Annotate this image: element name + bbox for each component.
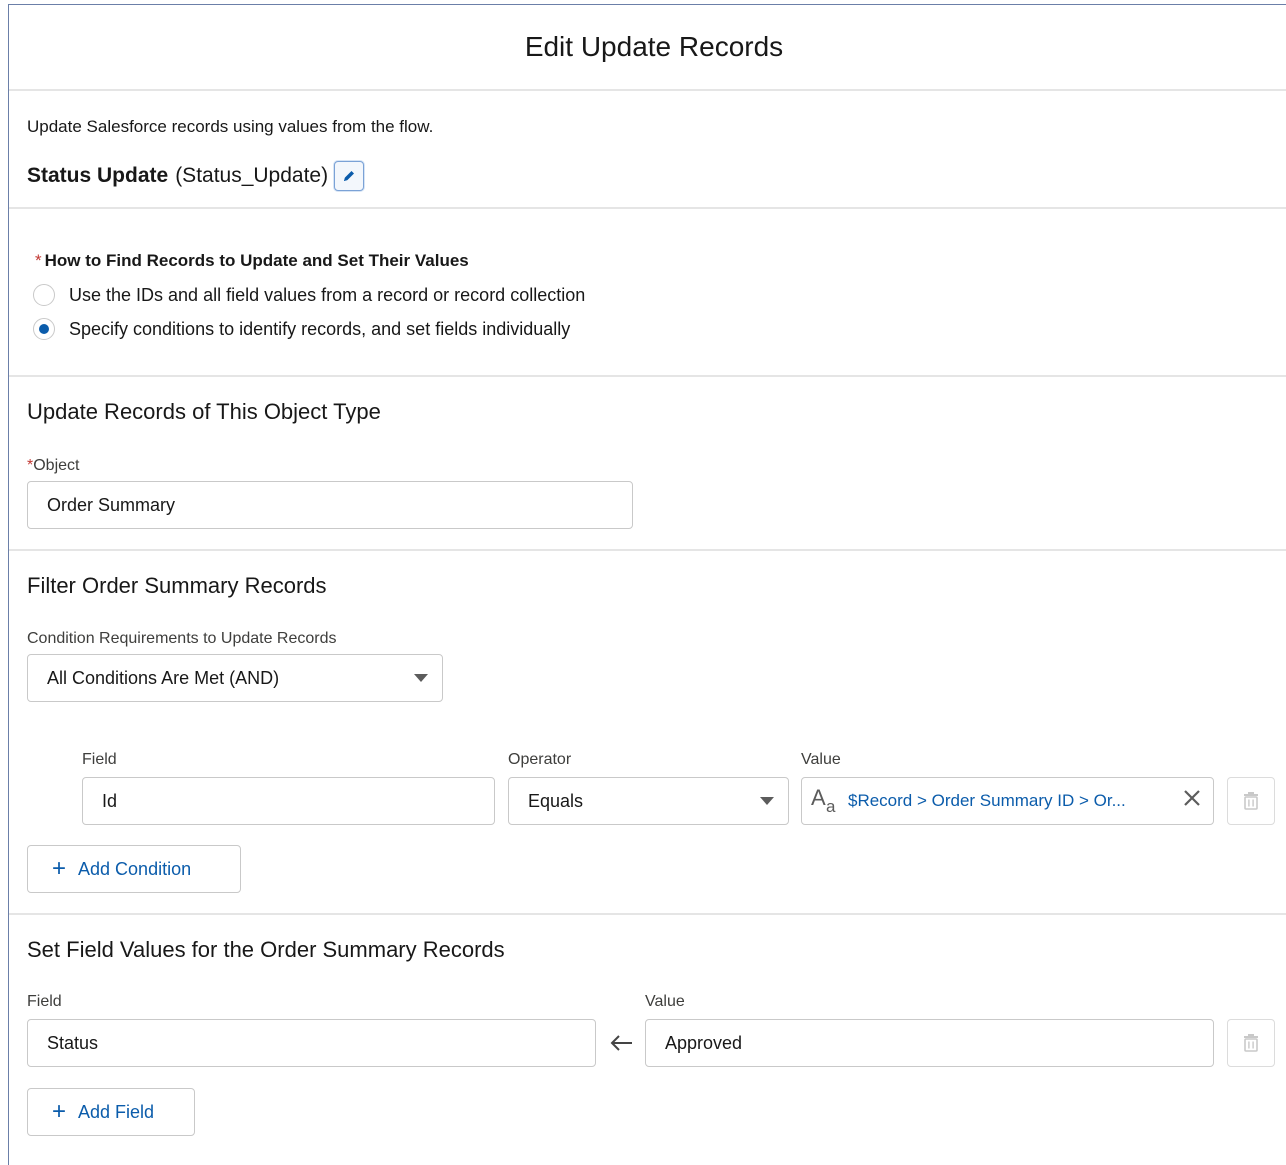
condition-field-value: Id bbox=[102, 790, 118, 811]
set-field-value: Status bbox=[47, 1032, 99, 1053]
radio-label-specify-conditions: Specify conditions to identify records, … bbox=[69, 318, 571, 339]
set-value-value: Approved bbox=[665, 1032, 743, 1053]
object-field-label: *Object bbox=[27, 457, 79, 475]
condition-requirements-select[interactable]: All Conditions Are Met (AND) bbox=[27, 654, 443, 702]
add-condition-button[interactable]: + Add Condition bbox=[27, 845, 241, 893]
element-title: Status Update (Status_Update) bbox=[27, 161, 365, 191]
object-section: Update Records of This Object Type *Obje… bbox=[9, 377, 1286, 551]
add-field-button[interactable]: + Add Field bbox=[27, 1088, 195, 1136]
find-records-label-text: How to Find Records to Update and Set Th… bbox=[44, 251, 469, 270]
radio-option-use-ids[interactable]: Use the IDs and all field values from a … bbox=[33, 284, 585, 306]
trash-icon bbox=[1244, 1034, 1258, 1052]
object-input[interactable]: Order Summary bbox=[27, 481, 633, 529]
element-label: Status Update bbox=[27, 164, 169, 187]
add-condition-label: Add Condition bbox=[78, 858, 192, 879]
object-section-heading: Update Records of This Object Type bbox=[27, 399, 381, 424]
condition-operator-label: Operator bbox=[508, 751, 572, 768]
element-api-name: (Status_Update) bbox=[175, 164, 329, 187]
modal-header: Edit Update Records bbox=[9, 5, 1286, 91]
condition-field-input[interactable]: Id bbox=[82, 777, 495, 825]
svg-text:a: a bbox=[826, 797, 836, 815]
required-indicator: * bbox=[35, 251, 42, 270]
find-records-label: * How to Find Records to Update and Set … bbox=[35, 251, 469, 271]
object-value: Order Summary bbox=[47, 494, 176, 515]
condition-value-text: $Record > Order Summary ID > Or... bbox=[848, 791, 1126, 810]
edit-update-records-modal: Edit Update Records Update Salesforce re… bbox=[8, 4, 1286, 1165]
radio-label-use-ids: Use the IDs and all field values from a … bbox=[69, 284, 586, 305]
text-type-icon: A a bbox=[811, 787, 836, 815]
radio-button-use-ids[interactable] bbox=[33, 284, 55, 306]
condition-value-label: Value bbox=[801, 751, 841, 768]
radio-option-specify-conditions[interactable]: Specify conditions to identify records, … bbox=[33, 318, 570, 340]
condition-requirements-value: All Conditions Are Met (AND) bbox=[47, 667, 280, 688]
edit-label-button[interactable] bbox=[334, 161, 365, 191]
set-field-values-heading: Set Field Values for the Order Summary R… bbox=[27, 937, 505, 962]
set-field-label: Field bbox=[27, 993, 62, 1010]
set-field-input[interactable]: Status bbox=[27, 1019, 596, 1067]
condition-requirements-label: Condition Requirements to Update Records bbox=[27, 630, 337, 647]
delete-field-button[interactable] bbox=[1227, 1019, 1275, 1067]
set-field-values-section: Set Field Values for the Order Summary R… bbox=[9, 915, 1286, 1155]
clear-value-button[interactable] bbox=[1181, 787, 1203, 814]
svg-text:A: A bbox=[811, 787, 826, 810]
filter-section: Filter Order Summary Records Condition R… bbox=[9, 551, 1286, 915]
delete-condition-button[interactable] bbox=[1227, 777, 1275, 825]
pencil-icon bbox=[344, 171, 355, 181]
set-value-input[interactable]: Approved bbox=[645, 1019, 1214, 1067]
close-icon bbox=[1184, 790, 1200, 806]
condition-value-input[interactable]: A a $Record > Order Summary ID > Or... bbox=[801, 777, 1214, 825]
condition-operator-select[interactable]: Equals bbox=[508, 777, 789, 825]
set-value-label: Value bbox=[645, 993, 685, 1010]
find-records-section: * How to Find Records to Update and Set … bbox=[9, 209, 1286, 377]
intro-section: Update Salesforce records using values f… bbox=[9, 91, 1286, 209]
condition-operator-value: Equals bbox=[528, 790, 584, 811]
radio-button-specify-conditions[interactable] bbox=[33, 318, 55, 340]
trash-icon bbox=[1244, 792, 1258, 810]
chevron-down-icon bbox=[760, 797, 774, 805]
chevron-down-icon bbox=[414, 674, 428, 682]
arrow-left-icon bbox=[608, 1033, 634, 1058]
description-text: Update Salesforce records using values f… bbox=[27, 117, 434, 136]
add-field-label: Add Field bbox=[78, 1101, 155, 1122]
condition-field-label: Field bbox=[82, 751, 117, 768]
plus-icon: + bbox=[52, 855, 67, 882]
filter-section-heading: Filter Order Summary Records bbox=[27, 573, 327, 598]
object-label-text: Object bbox=[33, 457, 80, 474]
plus-icon: + bbox=[52, 1098, 67, 1125]
modal-title: Edit Update Records bbox=[524, 31, 784, 62]
